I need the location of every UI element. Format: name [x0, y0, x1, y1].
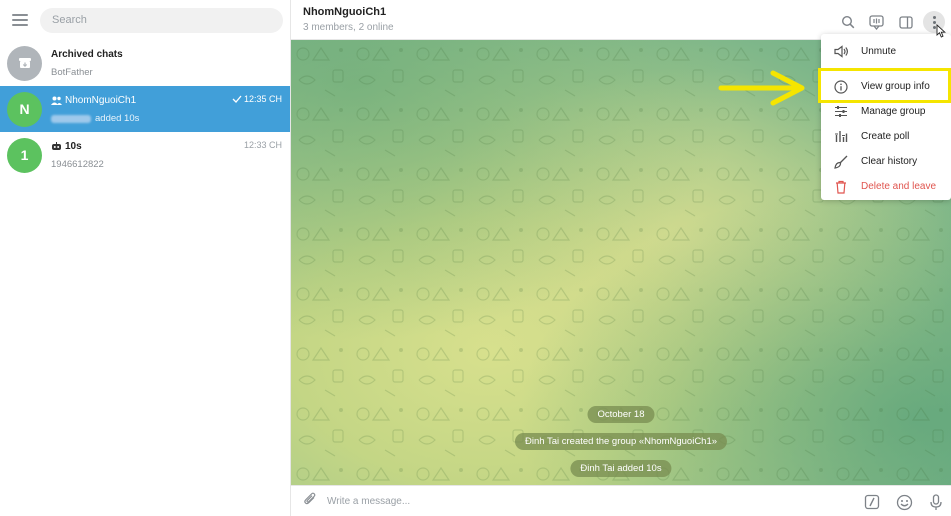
header-actions [827, 11, 945, 33]
emoji-icon[interactable] [895, 493, 913, 511]
search-input[interactable] [52, 14, 283, 26]
chat-item-nhomnguoich1[interactable]: N NhomNguoiCh1 added 10s 12:35 CH [0, 86, 290, 132]
attach-icon[interactable] [303, 491, 317, 511]
sliders-icon [833, 104, 849, 120]
avatar: 1 [7, 137, 42, 173]
archive-icon [18, 58, 31, 68]
microphone-icon[interactable] [927, 493, 945, 511]
chat-subtitle: BotFather [51, 67, 93, 78]
menu-item-delete-and-leave[interactable]: Delete and leave [821, 174, 951, 199]
chat-title: Archived chats [51, 49, 123, 60]
date-badge: October 18 [587, 406, 655, 423]
bot-commands-icon[interactable] [863, 493, 881, 511]
highlight-box [818, 68, 951, 103]
live-chat-icon[interactable] [868, 14, 885, 31]
telegram-window: Archived chats BotFather N NhomNguoiCh1 … [0, 0, 951, 516]
group-icon [51, 96, 62, 105]
check-icon [232, 95, 242, 103]
blurred-name [51, 114, 91, 123]
arrow-annotation-icon [718, 70, 805, 106]
chat-time-row: 12:35 CH [232, 94, 282, 104]
hamburger-menu-icon[interactable] [12, 14, 28, 26]
message-composer [291, 485, 951, 516]
sidebar: Archived chats BotFather N NhomNguoiCh1 … [0, 0, 291, 516]
mouse-cursor-icon [936, 24, 946, 38]
chat-subtitle: 1946612822 [51, 159, 104, 170]
menu-item-label: Clear history [861, 156, 918, 167]
avatar: N [7, 91, 42, 127]
search-box[interactable] [40, 7, 283, 33]
menu-item-label: Delete and leave [861, 181, 937, 192]
bot-icon [51, 142, 62, 151]
sidebar-toggle-icon[interactable] [897, 14, 914, 31]
menu-item-label: Create poll [861, 131, 910, 142]
chat-subtitle: added 10s [95, 113, 140, 124]
chat-time: 12:35 CH [243, 94, 282, 104]
search-icon[interactable] [839, 14, 856, 31]
speaker-icon [833, 43, 849, 59]
broom-icon [833, 154, 849, 170]
menu-item-create-poll[interactable]: Create poll [821, 124, 951, 149]
chat-body: Archived chats BotFather [51, 47, 290, 80]
message-input[interactable] [327, 495, 627, 507]
menu-item-unmute[interactable]: Unmute [821, 37, 951, 65]
chat-subtitle-row: added 10s [51, 112, 290, 126]
service-message: Đinh Tai created the group «NhomNguoiCh1… [514, 433, 728, 450]
chat-options-menu: Unmute View group info Manage group Crea… [821, 34, 951, 200]
chat-time: 12:33 CH [243, 140, 282, 150]
poll-icon [833, 129, 849, 145]
chat-title: 10s [65, 141, 82, 152]
chat-item-archived[interactable]: Archived chats BotFather [0, 40, 290, 86]
chat-item-10s[interactable]: 1 10s 1946612822 12:33 CH [0, 132, 290, 178]
composer-actions [849, 493, 945, 511]
service-message: Đinh Tai added 10s [570, 460, 672, 477]
menu-item-label: Unmute [861, 45, 897, 57]
archive-avatar [7, 45, 42, 81]
chat-title: NhomNguoiCh1 [65, 95, 137, 106]
menu-item-label: Manage group [861, 106, 926, 117]
menu-item-clear-history[interactable]: Clear history [821, 149, 951, 174]
sidebar-top-bar [0, 0, 290, 40]
trash-icon [833, 179, 849, 195]
